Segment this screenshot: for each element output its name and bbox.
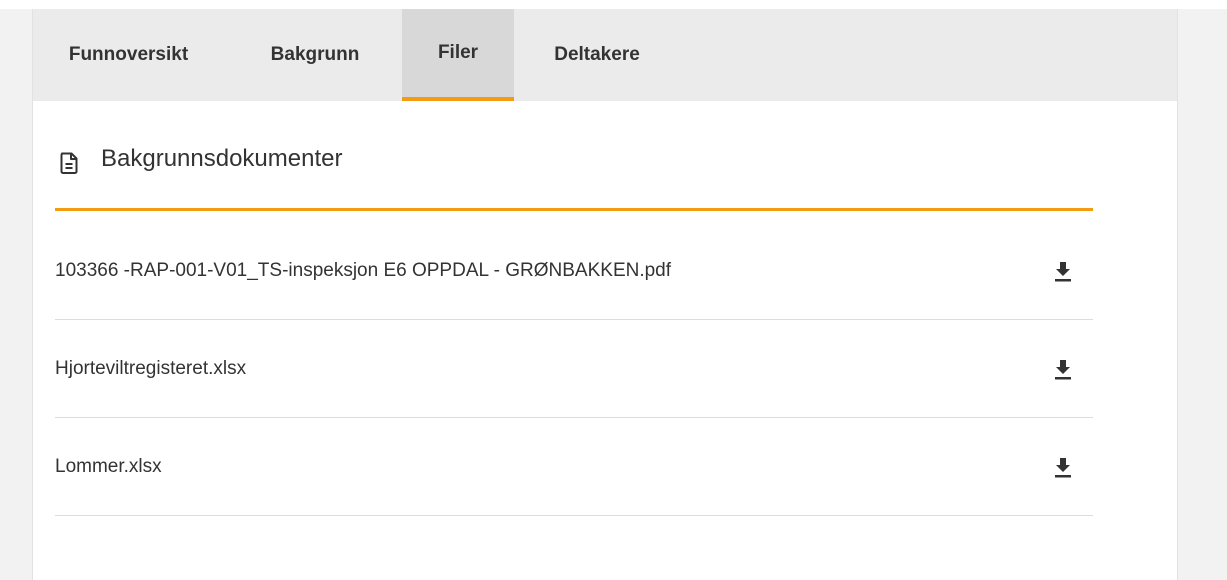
file-name[interactable]: Hjorteviltregisteret.xlsx	[55, 320, 246, 418]
tab-bar: Funnoversikt Bakgrunn Filer Deltakere	[33, 9, 1177, 101]
tab-deltakere[interactable]: Deltakere	[538, 9, 656, 101]
top-strip	[0, 0, 1227, 9]
document-icon	[59, 152, 79, 174]
download-icon[interactable]	[1053, 357, 1073, 381]
download-icon[interactable]	[1053, 455, 1073, 479]
file-name[interactable]: Lommer.xlsx	[55, 418, 162, 516]
file-row: 103366 -RAP-001-V01_TS-inspeksjon E6 OPP…	[55, 222, 1093, 320]
file-row: Lommer.xlsx	[55, 418, 1093, 516]
file-row: Hjorteviltregisteret.xlsx	[55, 320, 1093, 418]
section-title: Bakgrunnsdokumenter	[101, 145, 343, 172]
tab-bakgrunn[interactable]: Bakgrunn	[255, 9, 375, 101]
section-divider	[55, 208, 1093, 211]
file-name[interactable]: 103366 -RAP-001-V01_TS-inspeksjon E6 OPP…	[55, 222, 671, 320]
section-header: Bakgrunnsdokumenter	[55, 141, 1093, 201]
tab-filer[interactable]: Filer	[402, 9, 514, 101]
download-icon[interactable]	[1053, 259, 1073, 283]
tab-funnoversikt[interactable]: Funnoversikt	[51, 9, 206, 101]
